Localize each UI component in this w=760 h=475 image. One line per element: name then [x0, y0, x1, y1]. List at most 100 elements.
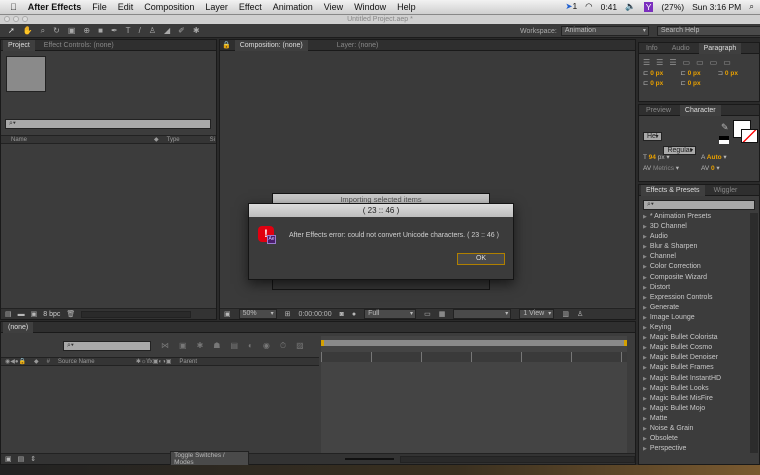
tab-layer[interactable]: Layer: (none) [332, 40, 384, 51]
motion-blur-icon[interactable]: ◐ [248, 341, 253, 351]
project-scrollbar[interactable] [81, 310, 192, 318]
tracking-field[interactable]: AV 0 ▾ [701, 164, 759, 172]
justify-last-left-icon[interactable]: ▭ [683, 58, 691, 67]
auto-keyframe-icon[interactable]: ⏱ [280, 341, 286, 351]
switches-icons[interactable]: ✱☼\fx▣◐◑▣ [136, 358, 171, 365]
effects-scrollbar[interactable] [750, 213, 758, 453]
effects-list-item[interactable]: ▶ Magic Bullet Cosmo [639, 343, 751, 353]
effects-list-item[interactable]: ▶ Noise & Grain [639, 424, 751, 434]
zoom-tool-icon[interactable]: ⌕ [41, 26, 45, 36]
disclosure-triangle-icon[interactable]: ▶ [643, 305, 647, 311]
menu-edit[interactable]: Edit [118, 2, 134, 12]
tab-preview[interactable]: Preview [641, 105, 676, 116]
disclosure-triangle-icon[interactable]: ▶ [643, 446, 647, 452]
window-controls[interactable] [4, 16, 28, 22]
effects-list-item[interactable]: ▶ Magic Bullet Looks [639, 384, 751, 394]
align-left-icon[interactable]: ☰ [643, 58, 650, 67]
graph-editor-icon[interactable]: ▨ [296, 341, 304, 351]
trash-icon[interactable]: 🗑 [66, 310, 75, 318]
effects-list-item[interactable]: ▶ * Animation Presets [639, 212, 751, 222]
menu-animation[interactable]: Animation [273, 2, 313, 12]
disclosure-triangle-icon[interactable]: ▶ [643, 426, 647, 432]
effects-list-item[interactable]: ▶ Image Lounge [639, 313, 751, 323]
effects-list-item[interactable]: ▶ Magic Bullet Denoiser [639, 353, 751, 363]
disclosure-triangle-icon[interactable]: ▶ [643, 396, 647, 402]
flowchart-icon[interactable]: ♙ [577, 310, 583, 318]
disclosure-triangle-icon[interactable]: ▶ [643, 234, 647, 240]
type-tool-icon[interactable]: T [126, 26, 131, 35]
disclosure-triangle-icon[interactable]: ▶ [643, 275, 647, 281]
indent-left[interactable]: ⊏ 0 px [643, 69, 680, 77]
ok-button[interactable]: OK [457, 253, 505, 265]
menu-layer[interactable]: Layer [205, 2, 228, 12]
live-update-icon[interactable]: ▣ [179, 341, 187, 351]
tab-effect-controls[interactable]: Effect Controls: (none) [39, 40, 119, 51]
transfer-controls-icon[interactable]: ▤ [18, 455, 25, 463]
disclosure-triangle-icon[interactable]: ▶ [643, 406, 647, 412]
in-out-icon[interactable]: ⇕ [30, 455, 36, 463]
apple-menu-icon[interactable]:  [10, 2, 17, 12]
indent-first-line[interactable]: ⊏ 0 px [680, 69, 717, 77]
menu-app[interactable]: After Effects [28, 2, 82, 12]
effects-list-item[interactable]: ▶ Magic Bullet Colorista [639, 333, 751, 343]
time-ruler[interactable] [321, 352, 627, 362]
hand-tool-icon[interactable]: ✋ [23, 26, 33, 35]
disclosure-triangle-icon[interactable]: ▶ [643, 335, 647, 341]
timeline-graph-area[interactable] [321, 336, 627, 454]
tab-composition[interactable]: Composition: (none) [234, 39, 308, 51]
space-before[interactable]: ⊏ 0 px [643, 79, 680, 87]
col-number[interactable]: # [47, 359, 50, 365]
transparency-grid-icon[interactable]: ▦ [439, 310, 446, 318]
label-icon[interactable]: ◆ [34, 358, 39, 365]
new-folder-icon[interactable]: ▬ [18, 311, 25, 318]
col-type[interactable]: Type [167, 137, 202, 143]
disclosure-triangle-icon[interactable]: ▶ [643, 264, 647, 270]
kerning-field[interactable]: AV Metrics ▾ [643, 164, 701, 172]
bpc-button[interactable]: 8 bpc [43, 311, 60, 318]
stroke-color-swatch[interactable] [741, 129, 758, 143]
disclosure-triangle-icon[interactable]: ▶ [643, 244, 647, 250]
volume-icon[interactable]: 🔈 [625, 1, 636, 12]
spotlight-icon[interactable]: ⌕ [749, 1, 754, 12]
menu-help[interactable]: Help [397, 2, 416, 12]
hide-shy-icon[interactable]: ☗ [213, 341, 220, 351]
tab-info[interactable]: Info [641, 43, 663, 54]
zoom-slider[interactable] [344, 458, 394, 460]
interpret-footage-icon[interactable]: ▤ [5, 310, 12, 318]
clone-tool-icon[interactable]: ♙ [149, 26, 156, 35]
camera-tool-icon[interactable]: ▣ [68, 26, 76, 35]
roto-tool-icon[interactable]: ✐ [178, 26, 185, 35]
disclosure-triangle-icon[interactable]: ▶ [643, 214, 647, 220]
col-parent[interactable]: Parent [179, 359, 197, 365]
effects-list-item[interactable]: ▶ 3D Channel [639, 222, 751, 232]
battery-status[interactable]: (27%) [661, 2, 684, 12]
disclosure-triangle-icon[interactable]: ▶ [643, 345, 647, 351]
yahoo-icon[interactable]: Y [643, 1, 654, 12]
pixel-aspect-icon[interactable]: ▥ [562, 310, 569, 318]
tab-audio[interactable]: Audio [667, 43, 695, 54]
wifi-icon[interactable]: ◠ [585, 1, 592, 12]
work-area-bar[interactable] [321, 340, 627, 346]
grid-icon[interactable]: ⊞ [285, 310, 291, 318]
tab-timeline-none[interactable]: (none) [3, 321, 34, 333]
effects-list-item[interactable]: ▶ Magic Bullet Mojo [639, 404, 751, 414]
resolution-select[interactable]: Full [364, 309, 417, 319]
effects-list-item[interactable]: ▶ Audio [639, 232, 751, 242]
disclosure-triangle-icon[interactable]: ▶ [643, 295, 647, 301]
show-channel-icon[interactable]: ● [352, 311, 356, 318]
col-name[interactable]: Name [11, 137, 146, 143]
justify-last-right-icon[interactable]: ▭ [710, 58, 718, 67]
effects-list-item[interactable]: ▶ Perspective [639, 444, 751, 454]
av-features-icons[interactable]: ◉◀●🔒 [5, 358, 26, 365]
brainstorm-icon[interactable]: ◉ [263, 341, 270, 351]
lock-icon[interactable]: 🔒 [222, 41, 231, 49]
region-icon[interactable]: ▭ [424, 310, 431, 318]
align-right-icon[interactable]: ☰ [669, 58, 676, 67]
snapshot-icon[interactable]: ◙ [340, 311, 344, 318]
col-source-name[interactable]: Source Name [58, 359, 128, 365]
timeline-hscrollbar[interactable] [399, 455, 635, 463]
effects-list-item[interactable]: ▶ Obsolete [639, 434, 751, 444]
brush-tool-icon[interactable]: / [139, 26, 141, 35]
pen-tool-icon[interactable]: ✒ [111, 26, 118, 35]
eraser-tool-icon[interactable]: ◢ [164, 26, 170, 35]
